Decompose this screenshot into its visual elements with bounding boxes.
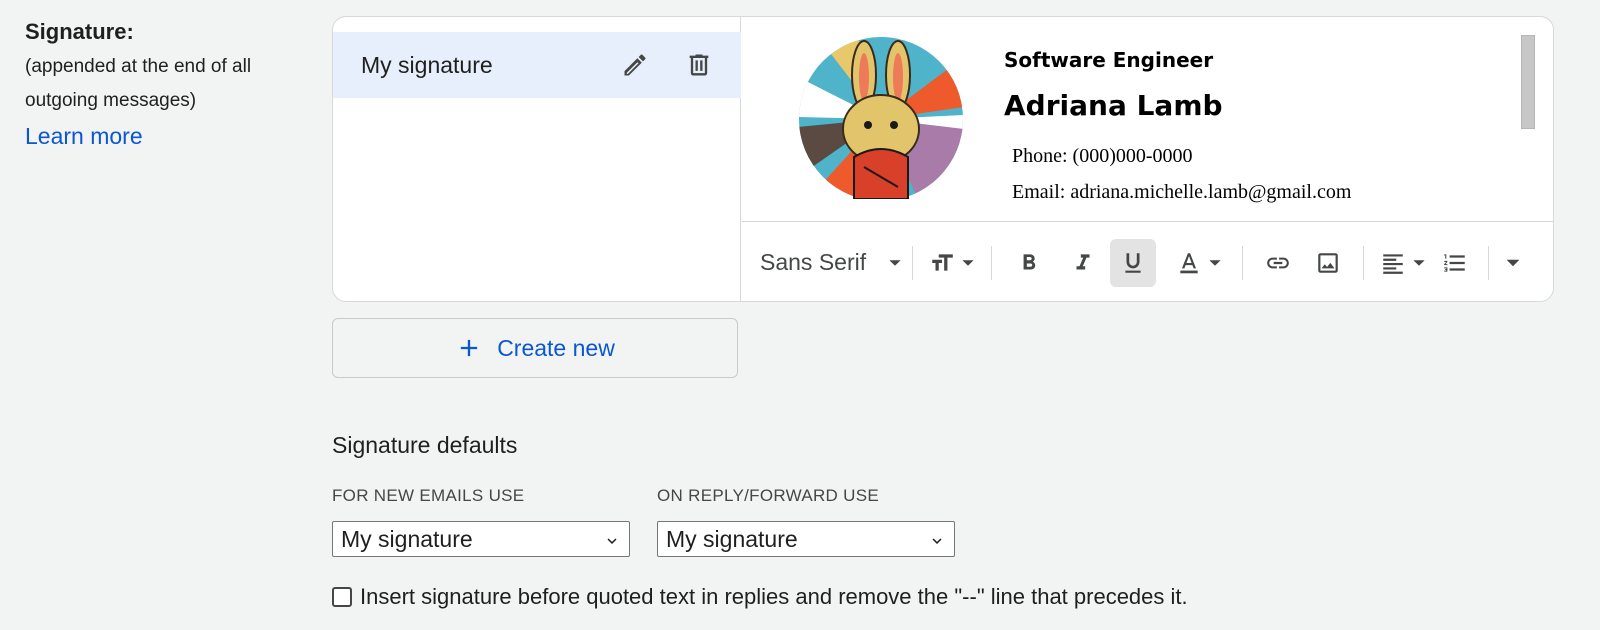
reply-forward-selected-value: My signature <box>666 525 798 552</box>
toolbar-divider <box>1242 245 1244 280</box>
bold-button[interactable] <box>1002 239 1056 287</box>
signature-content-editor[interactable]: Software Engineer Adriana Lamb Phone: (0… <box>742 17 1553 221</box>
chevron-down-icon <box>932 538 942 544</box>
signature-list: My signature <box>333 17 741 301</box>
signature-phone: Phone: (000)000-0000 <box>1012 145 1193 167</box>
text-size-button[interactable] <box>923 239 981 287</box>
chevron-down-icon <box>607 538 617 544</box>
create-new-label: Create new <box>497 334 615 361</box>
signature-role: Software Engineer <box>1004 48 1214 72</box>
signature-name: Adriana Lamb <box>1004 89 1223 122</box>
signature-title: Signature: <box>25 19 134 44</box>
edit-pencil-icon[interactable] <box>615 45 655 85</box>
align-icon <box>1383 253 1403 274</box>
text-size-icon <box>932 253 953 271</box>
chevron-down-icon <box>1209 259 1221 266</box>
insert-signature-checkbox[interactable] <box>332 587 352 607</box>
signature-list-item[interactable]: My signature <box>333 32 741 98</box>
toolbar-divider <box>991 245 993 280</box>
font-family-label: Sans Serif <box>760 249 867 275</box>
signature-email: Email: adriana.michelle.lamb@gmail.com <box>1012 181 1352 203</box>
text-color-button[interactable] <box>1156 239 1232 287</box>
italic-icon <box>1076 253 1090 269</box>
chevron-down-icon <box>962 259 974 266</box>
delete-trash-icon[interactable] <box>679 45 719 85</box>
chevron-down-icon <box>1413 259 1425 266</box>
link-icon <box>1267 257 1289 268</box>
numbered-list-icon <box>1444 253 1465 272</box>
signature-description-line1: (appended at the end of all <box>25 56 252 77</box>
toolbar-divider <box>1488 245 1490 280</box>
insert-signature-label: Insert signature before quoted text in r… <box>360 584 1188 609</box>
signature-defaults-title: Signature defaults <box>332 432 518 458</box>
editor-scrollbar[interactable] <box>1521 35 1535 129</box>
insert-signature-option: Insert signature before quoted text in r… <box>332 584 1188 610</box>
underline-icon <box>1125 252 1141 273</box>
learn-more-link[interactable]: Learn more <box>25 118 315 154</box>
chevron-down-icon <box>889 259 901 266</box>
italic-button[interactable] <box>1056 239 1110 287</box>
signature-section-label: Signature: (appended at the end of all o… <box>25 14 315 154</box>
underline-button[interactable] <box>1110 238 1157 287</box>
insert-image-icon <box>1318 252 1338 273</box>
signature-description-line2: outgoing messages) <box>25 90 197 111</box>
reply-forward-signature-select[interactable]: My signature <box>657 521 955 557</box>
bold-icon <box>1023 253 1036 269</box>
text-color-icon <box>1180 252 1198 273</box>
signature-item-label: My signature <box>361 51 493 78</box>
rabbit-avatar-image <box>798 37 964 199</box>
more-formatting-button[interactable] <box>1499 239 1527 287</box>
font-family-select[interactable]: Sans Serif <box>742 239 902 287</box>
new-emails-label: FOR NEW EMAILS USE <box>332 486 525 505</box>
reply-forward-label: ON REPLY/FORWARD USE <box>657 486 879 505</box>
insert-link-button[interactable] <box>1253 239 1303 287</box>
new-emails-selected-value: My signature <box>341 525 473 552</box>
plus-icon <box>461 339 478 357</box>
align-button[interactable] <box>1374 239 1432 287</box>
numbered-list-button[interactable] <box>1432 239 1478 287</box>
create-new-button[interactable]: Create new <box>332 318 738 378</box>
toolbar-divider <box>912 245 914 280</box>
insert-image-button[interactable] <box>1303 239 1353 287</box>
toolbar-divider <box>1363 245 1365 280</box>
formatting-toolbar: Sans Serif <box>742 221 1553 301</box>
signature-editor-panel: My signature Software Engineer Adriana L… <box>332 16 1554 302</box>
more-formatting-icon <box>1506 259 1520 266</box>
new-emails-signature-select[interactable]: My signature <box>332 521 630 557</box>
